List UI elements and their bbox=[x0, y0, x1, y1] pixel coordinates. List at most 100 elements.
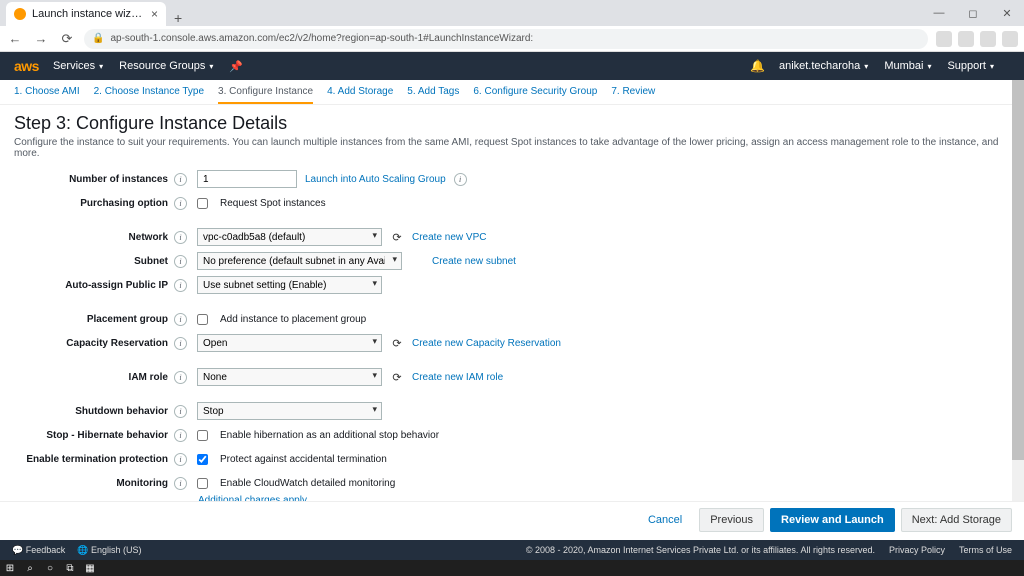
auto-ip-select[interactable]: Use subnet setting (Enable) bbox=[197, 276, 382, 294]
info-icon[interactable]: i bbox=[174, 477, 187, 490]
main-content: Step 3: Configure Instance Details Confi… bbox=[0, 105, 1024, 537]
window-minimize[interactable]: — bbox=[922, 0, 956, 26]
info-icon[interactable]: i bbox=[174, 173, 187, 186]
browser-tab-bar: Launch instance wizard | EC2 Ma × + — ◻ … bbox=[0, 0, 1024, 26]
new-tab-button[interactable]: + bbox=[166, 10, 190, 26]
info-icon[interactable]: i bbox=[174, 453, 187, 466]
subnet-select[interactable]: No preference (default subnet in any Ava… bbox=[197, 252, 402, 270]
tab-title: Launch instance wizard | EC2 Ma bbox=[32, 8, 145, 20]
create-subnet-link[interactable]: Create new subnet bbox=[432, 256, 516, 267]
refresh-icon[interactable]: ⟳ bbox=[390, 370, 404, 384]
capacity-select[interactable]: Open bbox=[197, 334, 382, 352]
network-select[interactable]: vpc-c0adb5a8 (default) bbox=[197, 228, 382, 246]
wizard-tab-4[interactable]: 4. Add Storage bbox=[327, 86, 393, 104]
window-close[interactable]: ✕ bbox=[990, 0, 1024, 26]
placement-checkbox[interactable] bbox=[197, 314, 208, 325]
iam-select[interactable]: None bbox=[197, 368, 382, 386]
close-icon[interactable]: × bbox=[151, 7, 158, 21]
previous-button[interactable]: Previous bbox=[699, 508, 764, 532]
app-icon[interactable]: ▦ bbox=[84, 562, 96, 574]
nav-user[interactable]: aniket.techaroha▾ bbox=[779, 60, 868, 72]
spot-checkbox[interactable] bbox=[197, 198, 208, 209]
hibernate-label: Enable hibernation as an additional stop… bbox=[220, 430, 439, 441]
feedback-link[interactable]: 💬 Feedback bbox=[12, 545, 65, 556]
action-bar: Cancel Previous Review and Launch Next: … bbox=[0, 501, 1024, 538]
auto-scaling-link[interactable]: Launch into Auto Scaling Group bbox=[305, 174, 446, 185]
review-launch-button[interactable]: Review and Launch bbox=[770, 508, 895, 532]
wizard-tab-5[interactable]: 5. Add Tags bbox=[407, 86, 459, 104]
label-network: Network bbox=[14, 232, 174, 243]
reload-icon[interactable]: ⟳ bbox=[58, 31, 76, 47]
nav-resource-groups[interactable]: Resource Groups▾ bbox=[119, 60, 213, 72]
wizard-tab-3[interactable]: 3. Configure Instance bbox=[218, 86, 313, 104]
browser-tab[interactable]: Launch instance wizard | EC2 Ma × bbox=[6, 2, 166, 26]
browser-address-bar: ← → ⟳ 🔒 ap-south-1.console.aws.amazon.co… bbox=[0, 26, 1024, 52]
terms-link[interactable]: Terms of Use bbox=[959, 545, 1012, 555]
language-link[interactable]: 🌐 English (US) bbox=[77, 545, 141, 556]
info-icon[interactable]: i bbox=[454, 173, 467, 186]
start-icon[interactable]: ⊞ bbox=[4, 562, 16, 574]
hibernate-checkbox[interactable] bbox=[197, 430, 208, 441]
page-title: Step 3: Configure Instance Details bbox=[14, 113, 1010, 134]
url-text: ap-south-1.console.aws.amazon.com/ec2/v2… bbox=[110, 33, 533, 44]
nav-region[interactable]: Mumbai▾ bbox=[884, 60, 931, 72]
info-icon[interactable]: i bbox=[174, 255, 187, 268]
cancel-button[interactable]: Cancel bbox=[637, 508, 693, 532]
monitoring-checkbox[interactable] bbox=[197, 478, 208, 489]
wizard-tab-1[interactable]: 1. Choose AMI bbox=[14, 86, 80, 104]
refresh-icon[interactable]: ⟳ bbox=[390, 230, 404, 244]
wizard-step-tabs: 1. Choose AMI 2. Choose Instance Type 3.… bbox=[0, 80, 1024, 105]
label-shutdown: Shutdown behavior bbox=[14, 406, 174, 417]
info-icon[interactable]: i bbox=[174, 337, 187, 350]
shutdown-select[interactable]: Stop bbox=[197, 402, 382, 420]
create-iam-link[interactable]: Create new IAM role bbox=[412, 372, 503, 383]
window-maximize[interactable]: ◻ bbox=[956, 0, 990, 26]
label-auto-ip: Auto-assign Public IP bbox=[14, 280, 174, 291]
scrollbar-thumb[interactable] bbox=[1012, 80, 1024, 460]
aws-logo[interactable]: aws bbox=[14, 58, 39, 74]
tab-favicon bbox=[14, 8, 26, 20]
aws-top-nav: aws Services▾ Resource Groups▾ 📌 🔔 anike… bbox=[0, 52, 1024, 80]
info-icon[interactable]: i bbox=[174, 231, 187, 244]
nav-support[interactable]: Support▾ bbox=[947, 60, 994, 72]
forward-icon[interactable]: → bbox=[32, 31, 50, 46]
label-subnet: Subnet bbox=[14, 256, 174, 267]
lock-icon: 🔒 bbox=[92, 33, 104, 44]
info-icon[interactable]: i bbox=[174, 197, 187, 210]
termination-checkbox[interactable] bbox=[197, 454, 208, 465]
info-icon[interactable]: i bbox=[174, 313, 187, 326]
monitoring-label: Enable CloudWatch detailed monitoring bbox=[220, 478, 395, 489]
label-capacity: Capacity Reservation bbox=[14, 338, 174, 349]
back-icon[interactable]: ← bbox=[6, 31, 24, 46]
cortana-icon[interactable]: ○ bbox=[44, 562, 56, 574]
avatar-icon[interactable] bbox=[1002, 31, 1018, 47]
privacy-link[interactable]: Privacy Policy bbox=[889, 545, 945, 555]
extension-icon[interactable] bbox=[936, 31, 952, 47]
info-icon[interactable]: i bbox=[174, 371, 187, 384]
create-capacity-link[interactable]: Create new Capacity Reservation bbox=[412, 338, 561, 349]
refresh-icon[interactable]: ⟳ bbox=[390, 336, 404, 350]
nav-services[interactable]: Services▾ bbox=[53, 60, 103, 72]
label-monitoring: Monitoring bbox=[14, 478, 174, 489]
info-icon[interactable]: i bbox=[174, 279, 187, 292]
scrollbar[interactable] bbox=[1012, 80, 1024, 516]
url-input[interactable]: 🔒 ap-south-1.console.aws.amazon.com/ec2/… bbox=[84, 29, 928, 49]
wizard-tab-6[interactable]: 6. Configure Security Group bbox=[473, 86, 597, 104]
label-iam: IAM role bbox=[14, 372, 174, 383]
bell-icon[interactable]: 🔔 bbox=[750, 59, 765, 73]
label-num-instances: Number of instances bbox=[14, 174, 174, 185]
wizard-tab-2[interactable]: 2. Choose Instance Type bbox=[94, 86, 204, 104]
taskview-icon[interactable]: ⧉ bbox=[64, 562, 76, 574]
info-icon[interactable]: i bbox=[174, 405, 187, 418]
pin-icon[interactable]: 📌 bbox=[229, 60, 243, 73]
placement-label: Add instance to placement group bbox=[220, 314, 366, 325]
next-button[interactable]: Next: Add Storage bbox=[901, 508, 1012, 532]
info-icon[interactable]: i bbox=[174, 429, 187, 442]
extension-icon[interactable] bbox=[980, 31, 996, 47]
search-icon[interactable]: ⌕ bbox=[24, 562, 36, 574]
num-instances-input[interactable] bbox=[197, 170, 297, 188]
wizard-tab-7[interactable]: 7. Review bbox=[611, 86, 655, 104]
label-placement: Placement group bbox=[14, 314, 174, 325]
create-vpc-link[interactable]: Create new VPC bbox=[412, 232, 486, 243]
extension-icon[interactable] bbox=[958, 31, 974, 47]
